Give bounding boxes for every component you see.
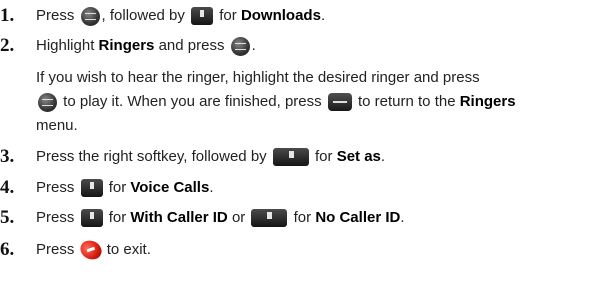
ringer-note: If you wish to hear the ringer, highligh… <box>36 66 596 138</box>
step-1: 1. Press , followed by for Downloads. <box>0 5 326 26</box>
step-number: 2. <box>0 35 15 56</box>
step-text: Press <box>36 179 75 196</box>
step-text: and press <box>158 37 225 54</box>
step-text: for <box>219 7 237 24</box>
note-text: to return to the <box>357 93 456 110</box>
step-text: , followed by <box>101 7 185 24</box>
note-line: menu. <box>36 117 78 134</box>
note-line: If you wish to hear the ringer, highligh… <box>36 69 480 86</box>
step-text: Press <box>36 7 75 24</box>
step-text: or <box>231 209 246 226</box>
step-text: for <box>293 209 312 226</box>
menu-name: Voice Calls <box>130 179 210 196</box>
menu-ok-key-icon <box>38 92 57 112</box>
step-text: for <box>108 179 127 196</box>
step-text: for <box>108 209 127 226</box>
step-4: 4. Press for Voice Calls. <box>0 177 214 198</box>
step-text: Press <box>36 209 75 226</box>
menu-name: No Caller ID <box>315 209 401 226</box>
menu-name: Ringers <box>459 93 516 110</box>
step-number: 3. <box>0 146 15 167</box>
step-6: 6. Press to exit. <box>0 237 599 263</box>
step-2: 2. Highlight Ringers and press . <box>0 35 256 56</box>
1-key-icon <box>80 179 103 198</box>
step-text: to exit. <box>106 241 151 258</box>
menu-name: Ringers <box>98 37 155 54</box>
step-number: 4. <box>0 177 15 198</box>
7-pqrs-key-icon <box>191 7 214 26</box>
menu-ok-key-icon <box>80 6 100 26</box>
step-text: Highlight <box>36 37 95 54</box>
2-abc-key-icon <box>272 148 309 167</box>
step-5: 5. Press for With Caller ID or for No Ca… <box>0 207 405 228</box>
note-text: to play it. When you are finished, press <box>63 93 322 110</box>
step-3: 3. Press the right softkey, followed by … <box>0 146 386 167</box>
menu-name: Downloads <box>240 7 321 24</box>
menu-ok-key-icon <box>230 36 250 56</box>
1-key-icon <box>80 209 103 228</box>
2-abc-key-icon <box>251 209 288 228</box>
step-number: 1. <box>0 5 15 26</box>
menu-name: Set as <box>336 148 381 165</box>
step-text: Press the right softkey, followed by <box>36 148 267 165</box>
end-key-icon <box>77 237 104 263</box>
step-text: for <box>315 148 333 165</box>
step-number: 6. <box>0 239 15 260</box>
back-key-icon <box>327 93 352 112</box>
step-text: Press <box>36 241 75 258</box>
step-number: 5. <box>0 207 15 228</box>
menu-name: With Caller ID <box>130 209 228 226</box>
